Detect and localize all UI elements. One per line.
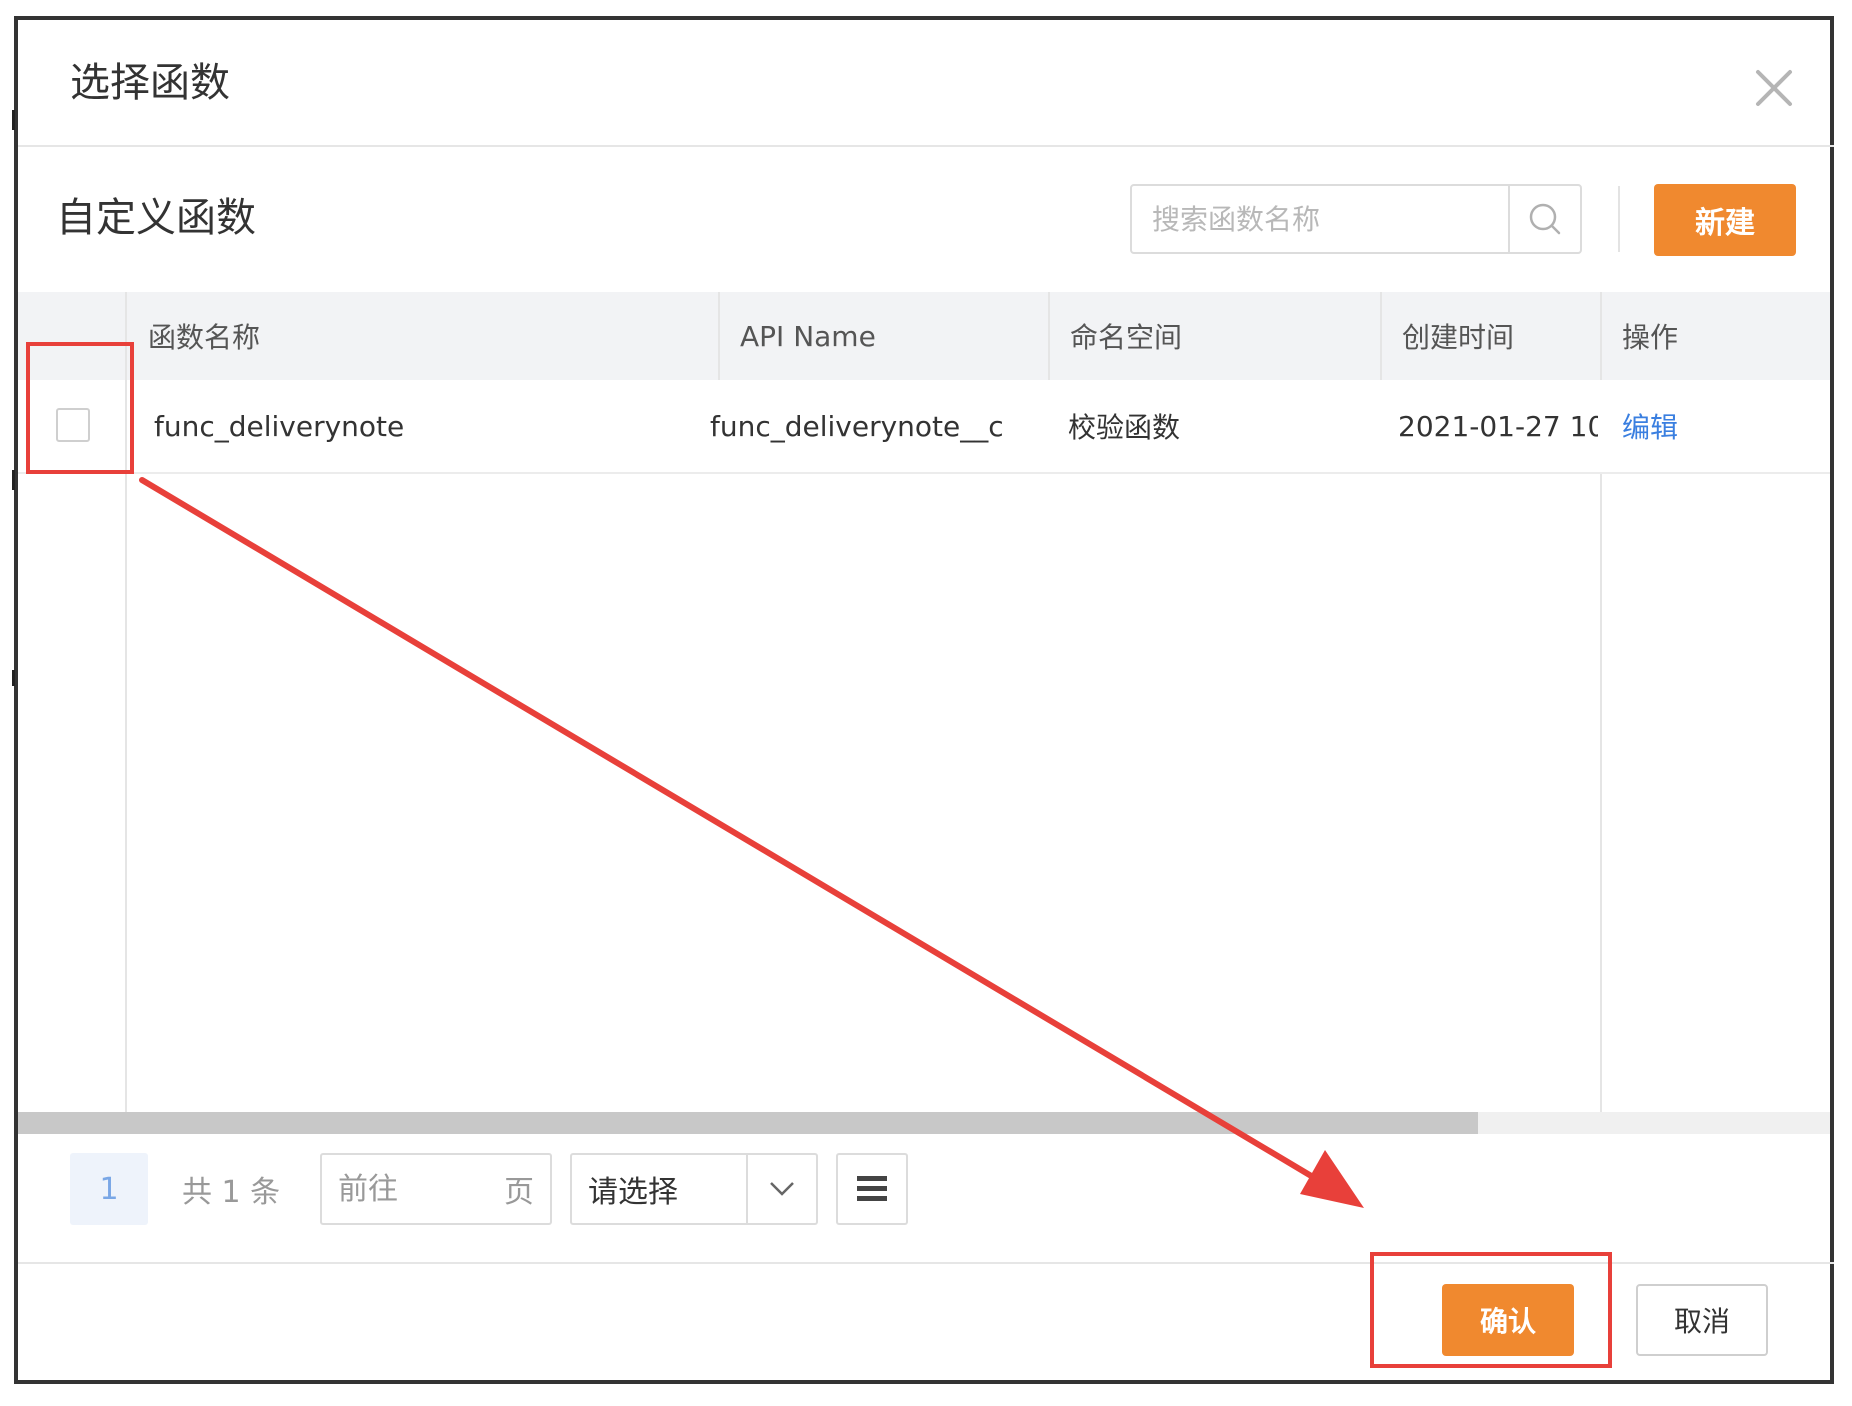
cell-created-time: 2021-01-27 10:3 [1398, 409, 1598, 443]
total-count: 共 1 条 [182, 1175, 281, 1210]
cell-action: 编辑 [1622, 380, 1678, 472]
search-box [1130, 184, 1582, 254]
footer-divider [18, 1262, 1834, 1264]
cell-api-name: func_deliverynote__c [710, 409, 1004, 443]
action-column-border [1600, 474, 1602, 1112]
column-divider [1380, 292, 1382, 380]
header-function-name: 函数名称 [148, 321, 261, 354]
table-header: 函数名称 API Name 命名空间 创建时间 操作 [18, 292, 1830, 380]
edit-link[interactable]: 编辑 [1622, 406, 1678, 446]
page-size-value: 请选择 [588, 1175, 678, 1210]
header-action: 操作 [1622, 321, 1679, 354]
search-icon [1529, 203, 1561, 235]
chevron-down-icon [770, 1182, 794, 1196]
row-checkbox[interactable] [56, 408, 90, 442]
page-size-select[interactable]: 请选择 [570, 1153, 818, 1225]
header-created-time: 创建时间 [1402, 321, 1515, 354]
goto-page-suffix: 页 [504, 1175, 534, 1210]
list-icon [857, 1176, 887, 1201]
column-divider [1600, 292, 1602, 380]
close-icon[interactable] [1748, 62, 1800, 114]
cancel-button[interactable]: 取消 [1636, 1284, 1768, 1356]
goto-page-input[interactable] [322, 1155, 482, 1223]
dialog-title: 选择函数 [70, 60, 230, 106]
header-api-name: API Name [740, 319, 876, 353]
header-namespace: 命名空间 [1070, 321, 1183, 354]
select-arrow [746, 1155, 816, 1223]
new-button[interactable]: 新建 [1654, 184, 1796, 256]
table-row: func_deliverynote func_deliverynote__c 校… [18, 380, 1830, 474]
goto-page: 页 [320, 1153, 552, 1225]
search-button[interactable] [1508, 186, 1580, 252]
list-view-button[interactable] [836, 1153, 908, 1225]
page-number-current[interactable]: 1 [70, 1153, 148, 1225]
cell-namespace: 校验函数 [1068, 411, 1181, 444]
column-divider [718, 292, 720, 380]
toolbar-divider [1618, 186, 1620, 252]
cell-function-name: func_deliverynote [154, 409, 405, 443]
checkbox-column-border [125, 292, 127, 1112]
column-divider [1048, 292, 1050, 380]
edge-mark [12, 110, 15, 130]
confirm-button[interactable]: 确认 [1442, 1284, 1574, 1356]
scrollbar-thumb[interactable] [18, 1112, 1478, 1134]
search-input[interactable] [1134, 188, 1504, 250]
section-title: 自定义函数 [56, 195, 256, 241]
edge-mark [12, 470, 15, 490]
edge-mark [12, 670, 15, 686]
header-divider [18, 145, 1834, 147]
